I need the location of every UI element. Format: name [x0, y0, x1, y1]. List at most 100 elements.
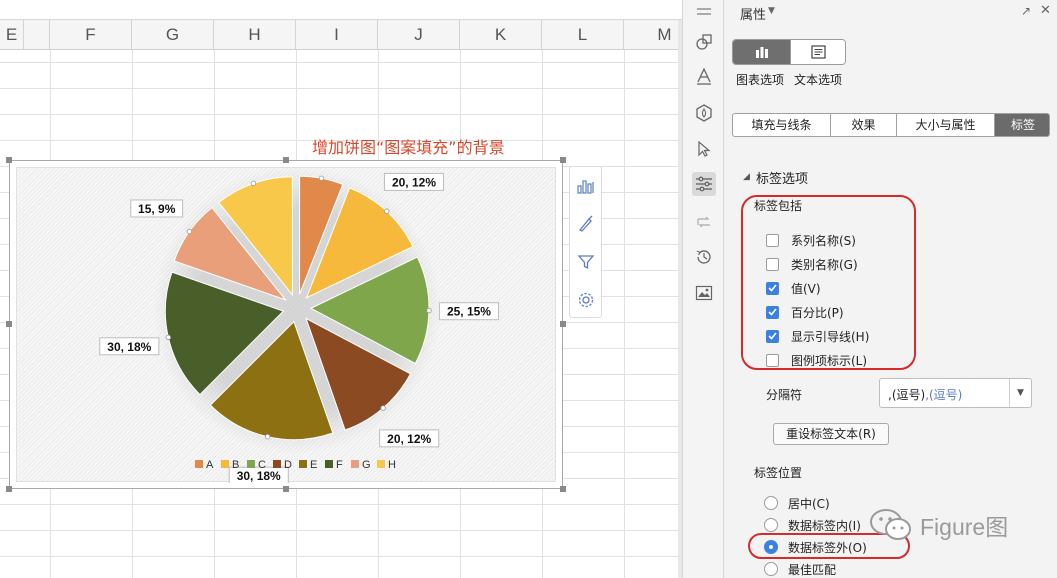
text-options-button[interactable] — [790, 40, 845, 64]
radio-circle[interactable] — [764, 518, 778, 532]
text-style-icon[interactable] — [692, 64, 716, 88]
reset-label-text-button[interactable]: 重设标签文本(R) — [773, 423, 889, 445]
leader-line-anchor — [264, 433, 271, 440]
app-window: E F G H I J K L M 增加饼图“图案填充”的背景 10, 6%20… — [0, 0, 1057, 578]
tab-size-and-properties[interactable]: 大小与属性 — [897, 114, 995, 136]
resize-handle-tl[interactable] — [6, 157, 12, 163]
dropdown-arrow-icon[interactable]: ▼ — [1009, 379, 1031, 407]
image-icon[interactable] — [692, 281, 716, 305]
leader-line-anchor — [426, 307, 432, 314]
column-header-e[interactable]: E — [0, 20, 24, 50]
wechat-icon — [870, 509, 911, 540]
legend-label[interactable]: H — [388, 459, 396, 471]
data-label[interactable]: 30, 18% — [107, 340, 151, 354]
chart-object[interactable]: 10, 6%20, 12%25, 15%20, 12%30, 18%30, 18… — [9, 160, 563, 489]
watermark: Figure图 — [868, 505, 1008, 545]
radio-circle[interactable] — [764, 562, 778, 576]
annotation-text: 增加饼图“图案填充”的背景 — [312, 138, 505, 157]
legend-swatch — [299, 460, 307, 468]
legend-label[interactable]: B — [232, 459, 239, 471]
watermark-text: Figure图 — [920, 514, 1009, 540]
radio-center[interactable]: 居中(C) — [764, 494, 830, 512]
separator-value: ,(逗号),(逗号) — [888, 386, 962, 403]
radio-circle[interactable] — [764, 496, 778, 510]
separator-select[interactable]: ,(逗号),(逗号) ▼ — [879, 378, 1032, 408]
column-header-i[interactable]: I — [296, 20, 378, 50]
column-header-k[interactable]: K — [460, 20, 542, 50]
history-icon[interactable] — [692, 245, 716, 269]
chart-style-icon[interactable] — [570, 205, 601, 243]
legend-label[interactable]: A — [206, 459, 214, 471]
spreadsheet-area: E F G H I J K L M 增加饼图“图案填充”的背景 10, 6%20… — [0, 0, 682, 578]
resize-handle-tm[interactable] — [283, 157, 289, 163]
pie-chart[interactable]: 10, 6%20, 12%25, 15%20, 12%30, 18%30, 18… — [17, 168, 557, 483]
collapse-caret-icon[interactable]: ◢ — [743, 172, 750, 182]
legend-label[interactable]: G — [362, 459, 371, 471]
data-label[interactable]: 15, 9% — [138, 202, 176, 216]
label-position-heading: 标签位置 — [754, 466, 803, 480]
column-header-j[interactable]: J — [378, 20, 460, 50]
leader-line-anchor — [380, 405, 386, 411]
leader-line-anchor — [186, 228, 193, 235]
highlight-ring — [741, 195, 916, 370]
resize-handle-bm[interactable] — [283, 486, 289, 492]
legend-swatch — [273, 460, 281, 468]
resize-handle-br[interactable] — [560, 486, 566, 492]
leader-line-anchor — [165, 334, 172, 341]
data-label[interactable]: 30, 18% — [237, 469, 281, 483]
column-header-f[interactable]: F — [50, 20, 132, 50]
column-header-g[interactable]: G — [132, 20, 214, 50]
column-header-l[interactable]: L — [542, 20, 624, 50]
formula-bar[interactable] — [0, 0, 682, 20]
radio-label: 居中(C) — [788, 496, 830, 511]
separator-label: 分隔符 — [766, 388, 803, 402]
cursor-icon[interactable] — [692, 137, 716, 161]
radio-inside-end[interactable]: 数据标签内(I) — [764, 516, 861, 534]
pin-icon[interactable]: ↗ — [1021, 4, 1031, 18]
tab-fill-and-line[interactable]: 填充与线条 — [733, 114, 831, 136]
column-header-m[interactable]: M — [624, 20, 682, 50]
resize-handle-bl[interactable] — [6, 486, 12, 492]
radio-label: 最佳匹配 — [788, 562, 837, 577]
legend-label[interactable]: F — [336, 459, 343, 471]
column-header-gap — [24, 20, 50, 50]
legend-label[interactable]: C — [258, 459, 266, 471]
panel-title: 属性 — [740, 8, 767, 23]
resize-handle-tr[interactable] — [560, 157, 566, 163]
legend-swatch — [195, 460, 203, 468]
fill-icon[interactable] — [692, 101, 716, 125]
legend-swatch — [377, 460, 385, 468]
chart-options-button[interactable] — [733, 40, 790, 64]
column-header-row: E F G H I J K L M — [0, 20, 682, 50]
legend-swatch — [247, 460, 255, 468]
legend-label[interactable]: D — [284, 459, 292, 471]
transform-icon[interactable] — [692, 210, 716, 234]
separator-value-text: ,(逗号) — [888, 388, 926, 402]
menu-icon[interactable] — [692, 0, 716, 24]
legend-swatch — [221, 460, 229, 468]
data-label[interactable]: 20, 12% — [392, 175, 436, 189]
resize-handle-mr[interactable] — [560, 321, 566, 327]
column-header-h[interactable]: H — [214, 20, 296, 50]
close-icon[interactable]: ✕ — [1040, 3, 1051, 18]
data-label[interactable]: 20, 12% — [387, 432, 431, 446]
chart-filter-icon[interactable] — [570, 243, 601, 281]
leader-line-anchor — [250, 180, 257, 187]
tab-labels[interactable]: 标签 — [995, 114, 1049, 136]
properties-panel: 属性 ▼ ↗ ✕ 图表选项 文本选项 填充与线条 效果 大小与属性 标签 ◢ 标… — [724, 0, 1057, 578]
chart-options-label: 图表选项 — [736, 73, 785, 87]
radio-label: 数据标签内(I) — [788, 518, 861, 533]
options-mode-toggle — [732, 39, 846, 65]
chart-elements-icon[interactable] — [570, 167, 601, 205]
data-label[interactable]: 25, 15% — [447, 305, 491, 319]
shapes-icon[interactable] — [692, 30, 716, 54]
tab-effects[interactable]: 效果 — [831, 114, 897, 136]
radio-best-fit[interactable]: 最佳匹配 — [764, 560, 836, 578]
section-title[interactable]: 标签选项 — [756, 168, 808, 187]
chart-plot-area[interactable]: 10, 6%20, 12%25, 15%20, 12%30, 18%30, 18… — [16, 167, 557, 483]
panel-title-dropdown-icon[interactable]: ▼ — [768, 6, 775, 16]
legend-label[interactable]: E — [310, 459, 317, 471]
settings-sliders-icon[interactable] — [692, 172, 716, 196]
chart-settings-icon[interactable] — [570, 281, 601, 319]
resize-handle-ml[interactable] — [6, 321, 12, 327]
